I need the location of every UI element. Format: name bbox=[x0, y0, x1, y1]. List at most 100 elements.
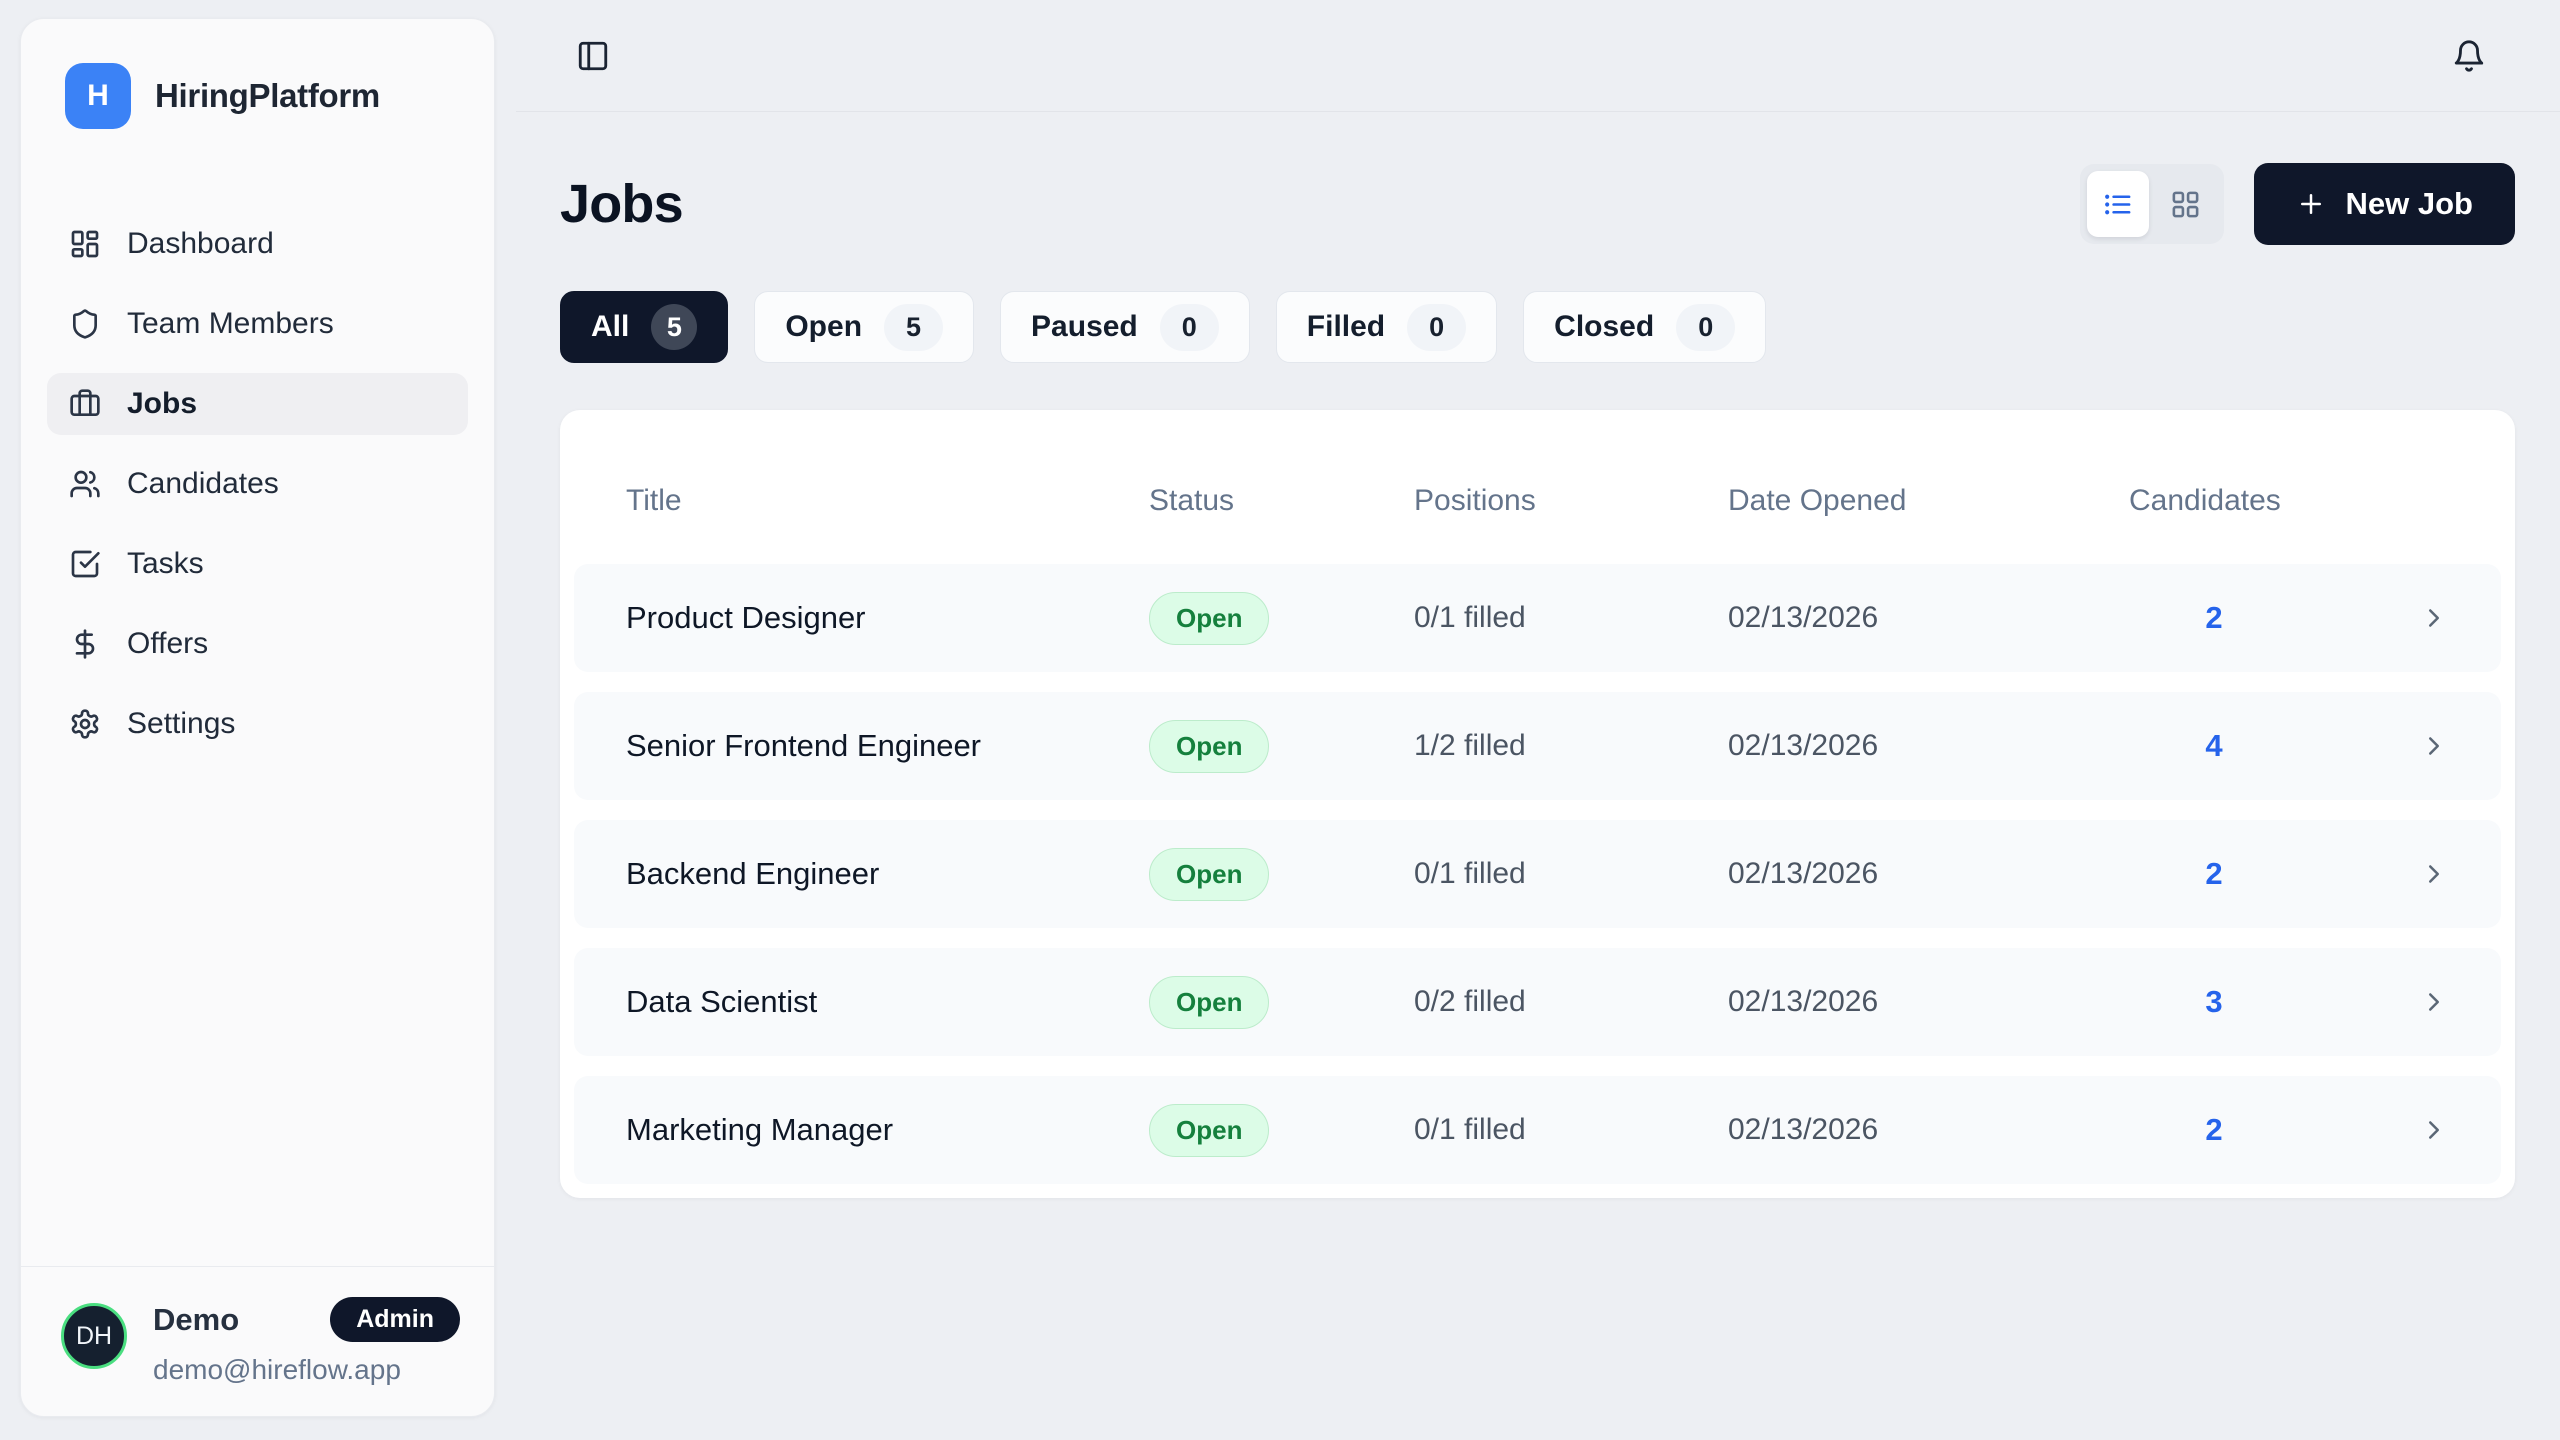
header-actions: New Job bbox=[2080, 163, 2515, 245]
chevron-right-icon[interactable] bbox=[2419, 987, 2449, 1017]
table-row[interactable]: Data Scientist Open 0/2 filled 02/13/202… bbox=[574, 948, 2501, 1056]
table-row[interactable]: Marketing Manager Open 0/1 filled 02/13/… bbox=[574, 1076, 2501, 1184]
page-header: Jobs bbox=[560, 163, 2515, 245]
app-logo-letter: H bbox=[87, 79, 109, 113]
sidebar-item-jobs[interactable]: Jobs bbox=[47, 373, 468, 435]
main-area: Jobs bbox=[516, 0, 2560, 1440]
job-title: Senior Frontend Engineer bbox=[626, 728, 1149, 764]
chevron-right-icon[interactable] bbox=[2419, 603, 2449, 633]
date-opened-cell: 02/13/2026 bbox=[1728, 857, 2129, 891]
list-view-button[interactable] bbox=[2087, 171, 2149, 237]
sidebar-nav: Dashboard Team Members Jobs Candidates T… bbox=[21, 193, 494, 775]
filter-label: All bbox=[591, 310, 629, 344]
column-header-status: Status bbox=[1149, 484, 1414, 518]
list-view-icon bbox=[2102, 189, 2133, 220]
column-header-title: Title bbox=[626, 484, 1149, 518]
sidebar-item-offers[interactable]: Offers bbox=[47, 613, 468, 675]
chevron-right-icon[interactable] bbox=[2419, 1115, 2449, 1145]
candidates-count: 3 bbox=[2129, 984, 2299, 1020]
filter-count-badge: 5 bbox=[884, 304, 943, 351]
sidebar-item-candidates[interactable]: Candidates bbox=[47, 453, 468, 515]
chevron-right-icon[interactable] bbox=[2419, 859, 2449, 889]
filter-count-badge: 0 bbox=[1676, 304, 1735, 351]
filter-label: Filled bbox=[1307, 310, 1385, 344]
user-info: Demo Admin demo@hireflow.app bbox=[153, 1297, 460, 1386]
gear-icon bbox=[69, 708, 101, 740]
table-row[interactable]: Backend Engineer Open 0/1 filled 02/13/2… bbox=[574, 820, 2501, 928]
sidebar-item-label: Jobs bbox=[127, 387, 197, 421]
status-filters: All 5 Open 5 Paused 0 Filled 0 Closed 0 bbox=[560, 291, 2515, 363]
date-opened-cell: 02/13/2026 bbox=[1728, 601, 2129, 635]
date-opened-cell: 02/13/2026 bbox=[1728, 985, 2129, 1019]
filter-count-badge: 0 bbox=[1407, 304, 1466, 351]
notifications-button[interactable] bbox=[2452, 39, 2486, 73]
users-icon bbox=[69, 468, 101, 500]
sidebar-item-label: Candidates bbox=[127, 467, 279, 501]
dollar-icon bbox=[69, 628, 101, 660]
jobs-table: Title Status Positions Date Opened Candi… bbox=[560, 410, 2515, 1198]
dashboard-icon bbox=[69, 228, 101, 260]
candidates-count: 4 bbox=[2129, 728, 2299, 764]
new-job-label: New Job bbox=[2346, 186, 2473, 222]
positions-cell: 1/2 filled bbox=[1414, 729, 1728, 763]
filter-tab-closed[interactable]: Closed 0 bbox=[1523, 291, 1766, 363]
role-badge: Admin bbox=[330, 1297, 460, 1342]
new-job-button[interactable]: New Job bbox=[2254, 163, 2515, 245]
app-name: HiringPlatform bbox=[155, 77, 380, 115]
column-header-candidates: Candidates bbox=[2129, 484, 2299, 518]
status-badge: Open bbox=[1149, 1104, 1269, 1157]
status-badge: Open bbox=[1149, 848, 1269, 901]
bell-icon bbox=[2452, 39, 2486, 73]
status-badge: Open bbox=[1149, 976, 1269, 1029]
job-title: Backend Engineer bbox=[626, 856, 1149, 892]
job-title: Data Scientist bbox=[626, 984, 1149, 1020]
app-logo: H bbox=[65, 63, 131, 129]
sidebar-item-label: Dashboard bbox=[127, 227, 274, 261]
table-row[interactable]: Product Designer Open 0/1 filled 02/13/2… bbox=[574, 564, 2501, 672]
sidebar: H HiringPlatform Dashboard Team Members … bbox=[20, 18, 495, 1417]
sidebar-item-label: Offers bbox=[127, 627, 208, 661]
sidebar-item-team-members[interactable]: Team Members bbox=[47, 293, 468, 355]
sidebar-item-dashboard[interactable]: Dashboard bbox=[47, 213, 468, 275]
table-header: Title Status Positions Date Opened Candi… bbox=[574, 424, 2501, 564]
page-title: Jobs bbox=[560, 173, 683, 235]
avatar-initials: DH bbox=[76, 1322, 112, 1351]
filter-label: Paused bbox=[1031, 310, 1138, 344]
grid-view-button[interactable] bbox=[2155, 171, 2217, 237]
sidebar-item-label: Tasks bbox=[127, 547, 204, 581]
sidebar-item-tasks[interactable]: Tasks bbox=[47, 533, 468, 595]
positions-cell: 0/1 filled bbox=[1414, 1113, 1728, 1147]
chevron-right-icon[interactable] bbox=[2419, 731, 2449, 761]
view-toggle bbox=[2080, 164, 2224, 244]
app-logo-row: H HiringPlatform bbox=[21, 19, 494, 129]
avatar: DH bbox=[61, 1303, 127, 1369]
filter-label: Closed bbox=[1554, 310, 1654, 344]
candidates-count: 2 bbox=[2129, 856, 2299, 892]
plus-icon bbox=[2296, 189, 2326, 219]
user-name: Demo bbox=[153, 1302, 239, 1338]
sidebar-item-label: Team Members bbox=[127, 307, 334, 341]
filter-tab-paused[interactable]: Paused 0 bbox=[1000, 291, 1250, 363]
positions-cell: 0/1 filled bbox=[1414, 601, 1728, 635]
panel-left-icon bbox=[576, 39, 610, 73]
positions-cell: 0/1 filled bbox=[1414, 857, 1728, 891]
sidebar-item-settings[interactable]: Settings bbox=[47, 693, 468, 755]
briefcase-icon bbox=[69, 388, 101, 420]
grid-view-icon bbox=[2170, 189, 2201, 220]
filter-tab-open[interactable]: Open 5 bbox=[754, 291, 974, 363]
filter-label: Open bbox=[785, 310, 862, 344]
status-badge: Open bbox=[1149, 592, 1269, 645]
table-row[interactable]: Senior Frontend Engineer Open 1/2 filled… bbox=[574, 692, 2501, 800]
job-title: Product Designer bbox=[626, 600, 1149, 636]
sidebar-toggle-button[interactable] bbox=[576, 39, 610, 73]
filter-tab-all[interactable]: All 5 bbox=[560, 291, 728, 363]
job-title: Marketing Manager bbox=[626, 1112, 1149, 1148]
filter-count-badge: 5 bbox=[651, 304, 697, 350]
user-footer: DH Demo Admin demo@hireflow.app bbox=[21, 1266, 494, 1416]
candidates-count: 2 bbox=[2129, 1112, 2299, 1148]
filter-tab-filled[interactable]: Filled 0 bbox=[1276, 291, 1497, 363]
positions-cell: 0/2 filled bbox=[1414, 985, 1728, 1019]
filter-count-badge: 0 bbox=[1160, 304, 1219, 351]
topbar bbox=[516, 0, 2560, 112]
tasks-icon bbox=[69, 548, 101, 580]
